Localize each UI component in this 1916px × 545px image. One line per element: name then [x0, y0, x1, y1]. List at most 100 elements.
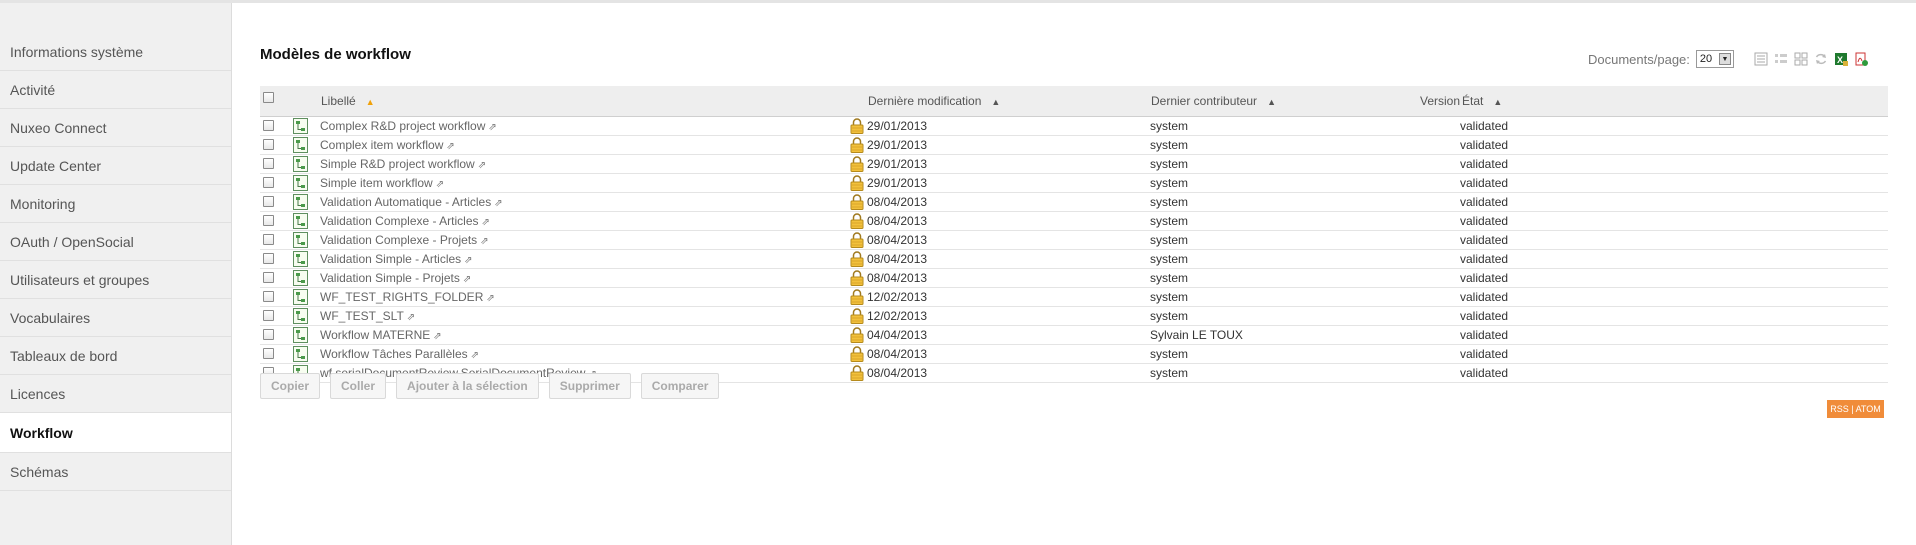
- document-title-link[interactable]: Complex R&D project workflow ⇗: [320, 119, 497, 133]
- list-view-icon[interactable]: [1754, 52, 1768, 66]
- last-contributor: system: [1150, 309, 1189, 323]
- column-header-version[interactable]: Version: [1420, 94, 1460, 108]
- table-row: Validation Simple - Articles ⇗ 08/04/2013…: [260, 250, 1888, 269]
- column-header-modified[interactable]: Dernière modification ▲: [868, 94, 1000, 108]
- external-link-icon[interactable]: ⇗: [488, 122, 496, 133]
- sort-asc-icon: ▲: [1493, 97, 1503, 107]
- lock-icon: [850, 251, 864, 267]
- docs-per-page-select[interactable]: 20 ▼: [1695, 50, 1734, 68]
- sidebar-item-update-center[interactable]: Update Center: [0, 147, 231, 185]
- rss-atom-link[interactable]: RSS | ATOM: [1827, 400, 1884, 418]
- row-select-checkbox[interactable]: [263, 348, 274, 359]
- document-title-link[interactable]: Validation Simple - Articles ⇗: [320, 252, 473, 266]
- workflow-document-icon: [293, 118, 308, 134]
- external-link-icon[interactable]: ⇗: [494, 198, 502, 209]
- table-row: Complex item workflow ⇗ 29/01/2013 system…: [260, 136, 1888, 155]
- table-row: Validation Complexe - Projets ⇗ 08/04/201…: [260, 231, 1888, 250]
- row-select-checkbox[interactable]: [263, 272, 274, 283]
- document-title-link[interactable]: WF_TEST_RIGHTS_FOLDER ⇗: [320, 290, 495, 304]
- column-header-state[interactable]: État ▲: [1462, 94, 1502, 108]
- row-select-checkbox[interactable]: [263, 158, 274, 169]
- sidebar-item-workflow[interactable]: Workflow: [0, 413, 231, 453]
- external-link-icon[interactable]: ⇗: [480, 236, 488, 247]
- row-select-checkbox[interactable]: [263, 120, 274, 131]
- external-link-icon[interactable]: ⇗: [464, 255, 472, 266]
- document-title-link[interactable]: Complex item workflow ⇗: [320, 138, 455, 152]
- external-link-icon[interactable]: ⇗: [478, 160, 486, 171]
- document-title-link[interactable]: WF_TEST_SLT ⇗: [320, 309, 415, 323]
- lifecycle-state: validated: [1460, 195, 1509, 209]
- last-contributor: system: [1150, 214, 1189, 228]
- document-title-link[interactable]: Simple R&D project workflow ⇗: [320, 157, 486, 171]
- document-title-link[interactable]: Validation Complexe - Articles ⇗: [320, 214, 490, 228]
- row-select-checkbox[interactable]: [263, 253, 274, 264]
- delete-button[interactable]: Supprimer: [548, 373, 631, 399]
- lifecycle-state: validated: [1460, 290, 1509, 304]
- lock-icon: [850, 194, 864, 210]
- workflow-document-icon: [293, 289, 308, 305]
- document-title-link[interactable]: Validation Automatique - Articles ⇗: [320, 195, 503, 209]
- row-select-checkbox[interactable]: [263, 234, 274, 245]
- document-title-link[interactable]: Workflow Tâches Parallèles ⇗: [320, 347, 479, 361]
- external-link-icon[interactable]: ⇗: [433, 331, 441, 342]
- document-title-link[interactable]: Workflow MATERNE ⇗: [320, 328, 442, 342]
- compact-list-view-icon[interactable]: [1774, 52, 1788, 66]
- document-title: WF_TEST_SLT: [320, 309, 404, 323]
- sidebar-item-informations-syst-me[interactable]: Informations système: [0, 33, 231, 71]
- document-title: Complex R&D project workflow: [320, 119, 486, 133]
- row-select-checkbox[interactable]: [263, 291, 274, 302]
- external-link-icon[interactable]: ⇗: [436, 179, 444, 190]
- workflow-document-icon: [293, 194, 308, 210]
- external-link-icon[interactable]: ⇗: [446, 141, 454, 152]
- pdf-export-icon[interactable]: [1854, 52, 1868, 66]
- row-select-checkbox[interactable]: [263, 215, 274, 226]
- column-header-contributor[interactable]: Dernier contributeur ▲: [1151, 94, 1276, 108]
- workflow-document-icon: [293, 156, 308, 172]
- workflow-document-icon: [293, 308, 308, 324]
- external-link-icon[interactable]: ⇗: [471, 350, 479, 361]
- last-modified-date: 08/04/2013: [867, 195, 928, 209]
- document-title: Complex item workflow: [320, 138, 444, 152]
- sidebar-item-vocabulaires[interactable]: Vocabulaires: [0, 299, 231, 337]
- row-select-checkbox[interactable]: [263, 329, 274, 340]
- table-header: Libellé ▲ Dernière modification ▲ Dernier …: [260, 86, 1888, 117]
- add-to-selection-button[interactable]: Ajouter à la sélection: [396, 373, 539, 399]
- row-select-checkbox[interactable]: [263, 310, 274, 321]
- compare-button[interactable]: Comparer: [640, 373, 720, 399]
- lifecycle-state: validated: [1460, 233, 1509, 247]
- row-select-checkbox[interactable]: [263, 139, 274, 150]
- sidebar-menu: Informations système Activité Nuxeo Connec…: [0, 3, 231, 491]
- external-link-icon[interactable]: ⇗: [482, 217, 490, 228]
- document-title: Validation Automatique - Articles: [320, 195, 492, 209]
- select-all-checkbox[interactable]: [263, 92, 274, 103]
- table-row: Validation Simple - Projets ⇗ 08/04/2013 …: [260, 269, 1888, 288]
- document-title-link[interactable]: Simple item workflow ⇗: [320, 176, 444, 190]
- document-title-link[interactable]: Validation Complexe - Projets ⇗: [320, 233, 489, 247]
- table-row: Workflow Tâches Parallèles ⇗ 08/04/2013 s…: [260, 345, 1888, 364]
- sidebar-item-oauth-opensocial[interactable]: OAuth / OpenSocial: [0, 223, 231, 261]
- sidebar-item-sch-mas[interactable]: Schémas: [0, 453, 231, 491]
- excel-export-icon[interactable]: X: [1834, 52, 1848, 66]
- document-title-link[interactable]: Validation Simple - Projets ⇗: [320, 271, 471, 285]
- row-select-checkbox[interactable]: [263, 177, 274, 188]
- last-modified-date: 08/04/2013: [867, 366, 928, 380]
- row-select-checkbox[interactable]: [263, 196, 274, 207]
- last-contributor: system: [1150, 290, 1189, 304]
- last-modified-date: 29/01/2013: [867, 119, 928, 133]
- copy-button[interactable]: Copier: [260, 373, 321, 399]
- docs-per-page-value: 20: [1699, 53, 1713, 65]
- sidebar-item-licences[interactable]: Licences: [0, 375, 231, 413]
- sidebar-item-utilisateurs-et-groupes[interactable]: Utilisateurs et groupes: [0, 261, 231, 299]
- external-link-icon[interactable]: ⇗: [463, 274, 471, 285]
- sidebar-item-monitoring[interactable]: Monitoring: [0, 185, 231, 223]
- sidebar-item-tableaux-de-bord[interactable]: Tableaux de bord: [0, 337, 231, 375]
- external-link-icon[interactable]: ⇗: [486, 293, 494, 304]
- sidebar-item-activit[interactable]: Activité: [0, 71, 231, 109]
- refresh-icon[interactable]: [1814, 52, 1828, 66]
- paste-button[interactable]: Coller: [330, 373, 387, 399]
- sidebar-item-nuxeo-connect[interactable]: Nuxeo Connect: [0, 109, 231, 147]
- column-header-title[interactable]: Libellé ▲: [321, 94, 375, 108]
- external-link-icon[interactable]: ⇗: [407, 312, 415, 323]
- table-row: Workflow MATERNE ⇗ 04/04/2013 Sylvain LE …: [260, 326, 1888, 345]
- thumbnail-view-icon[interactable]: [1794, 52, 1808, 66]
